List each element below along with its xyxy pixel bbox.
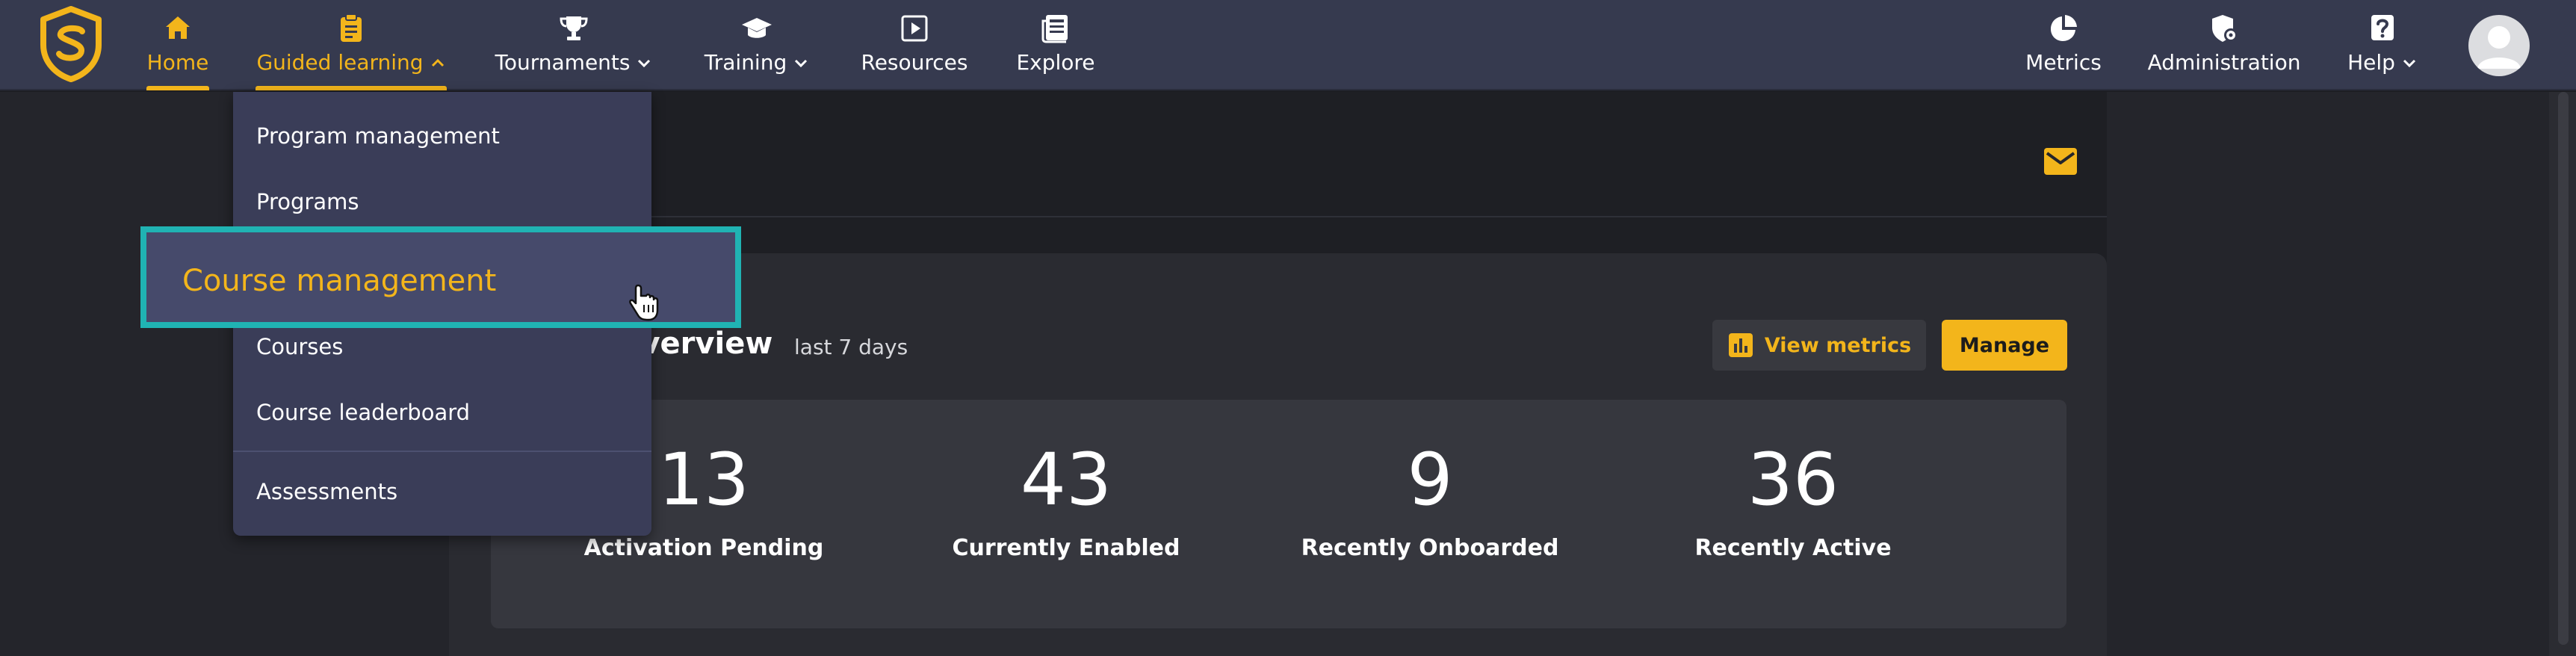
menu-item-course-leaderboard[interactable]: Course leaderboard: [256, 397, 470, 427]
manage-button[interactable]: Manage: [1942, 320, 2067, 371]
nav-resources[interactable]: Resources: [861, 0, 968, 90]
newspaper-icon: [1041, 15, 1068, 43]
menu-item-courses[interactable]: Courses: [256, 332, 343, 362]
nav-training-label: Training: [704, 50, 787, 75]
stat-label: Recently Onboarded: [1301, 535, 1559, 561]
play-icon: [901, 15, 928, 42]
nav-guided-learning[interactable]: Guided learning: [256, 0, 447, 90]
scrollbar-thumb[interactable]: [2558, 92, 2569, 645]
stat-label: Recently Active: [1694, 535, 1892, 561]
bar-chart-icon: [1728, 333, 1753, 357]
stat-recently-active: 36 Recently Active: [1636, 435, 1950, 563]
nav-metrics-label: Metrics: [2025, 50, 2102, 75]
nav-guided-learning-label: Guided learning: [256, 50, 424, 75]
nav-training-text: Training: [705, 49, 809, 76]
chevron-up-icon: [431, 58, 444, 67]
menu-item-course-management[interactable]: Course management: [182, 262, 496, 300]
avatar[interactable]: [2468, 15, 2530, 76]
nav-home-label: Home: [146, 50, 209, 75]
nav-tournaments-label: Tournaments: [495, 50, 631, 75]
view-metrics-label: View metrics: [1764, 333, 1912, 357]
nav-administration[interactable]: Administration: [2147, 0, 2301, 90]
stat-value: 9: [1407, 438, 1453, 522]
chevron-down-icon: [2403, 59, 2415, 68]
menu-item-program-management[interactable]: Program management: [256, 121, 500, 151]
nav-expanded-indicator: [256, 86, 447, 90]
question-icon: [2371, 15, 2394, 40]
nav-administration-label: Administration: [2147, 50, 2301, 75]
overview-subtitle: last 7 days: [794, 335, 908, 359]
chevron-down-icon: [795, 59, 808, 68]
stat-label: Currently Enabled: [952, 535, 1180, 561]
menu-item-assessments[interactable]: Assessments: [256, 477, 397, 507]
stat-currently-enabled: 43 Currently Enabled: [909, 435, 1223, 563]
chevron-down-icon: [638, 59, 651, 68]
pie-chart-icon: [2051, 15, 2077, 41]
view-metrics-button[interactable]: View metrics: [1712, 320, 1926, 371]
app-root: overview last 7 days View metrics Manage…: [0, 0, 2576, 656]
stat-value: 36: [1747, 438, 1839, 522]
hand-pointer-icon: [629, 284, 659, 321]
nav-resources-label: Resources: [861, 50, 968, 75]
clipboard-icon: [341, 13, 362, 42]
nav-guided-learning-text: Guided learning: [256, 49, 445, 76]
nav-help-label: Help: [2347, 50, 2395, 75]
nav-training[interactable]: Training: [703, 0, 811, 90]
nav-explore[interactable]: Metrics Explore: [1016, 0, 1095, 90]
nav-metrics[interactable]: Metrics: [2025, 0, 2102, 90]
nav-tournaments[interactable]: Tournaments: [494, 0, 654, 90]
nav-tournaments-text: Tournaments: [495, 49, 653, 76]
stat-label: Activation Pending: [583, 535, 824, 561]
trophy-icon: [560, 16, 588, 40]
mail-icon[interactable]: [2043, 146, 2078, 176]
stat-value: 43: [1020, 438, 1112, 522]
stat-recently-onboarded: 9 Recently Onboarded: [1273, 435, 1587, 563]
nav-explore-label: Explore: [1016, 50, 1095, 75]
home-icon: [166, 16, 190, 39]
nav-help-text: Help: [2347, 49, 2418, 76]
menu-item-programs[interactable]: Programs: [256, 187, 359, 217]
nav-help[interactable]: Help: [2347, 0, 2418, 90]
menu-separator: [233, 451, 651, 452]
nav-home[interactable]: Home: [146, 0, 209, 90]
user-icon: [2477, 26, 2521, 69]
graduation-cap-icon: [742, 18, 772, 38]
nav-active-indicator: [146, 86, 209, 90]
right-gutter: [2107, 92, 2576, 656]
shield-logo-icon[interactable]: [39, 6, 103, 82]
header-divider: [449, 216, 2107, 217]
top-nav-bar: Home Guided learning Tournaments Trainin…: [0, 0, 2576, 90]
shield-gear-icon: [2212, 15, 2238, 42]
